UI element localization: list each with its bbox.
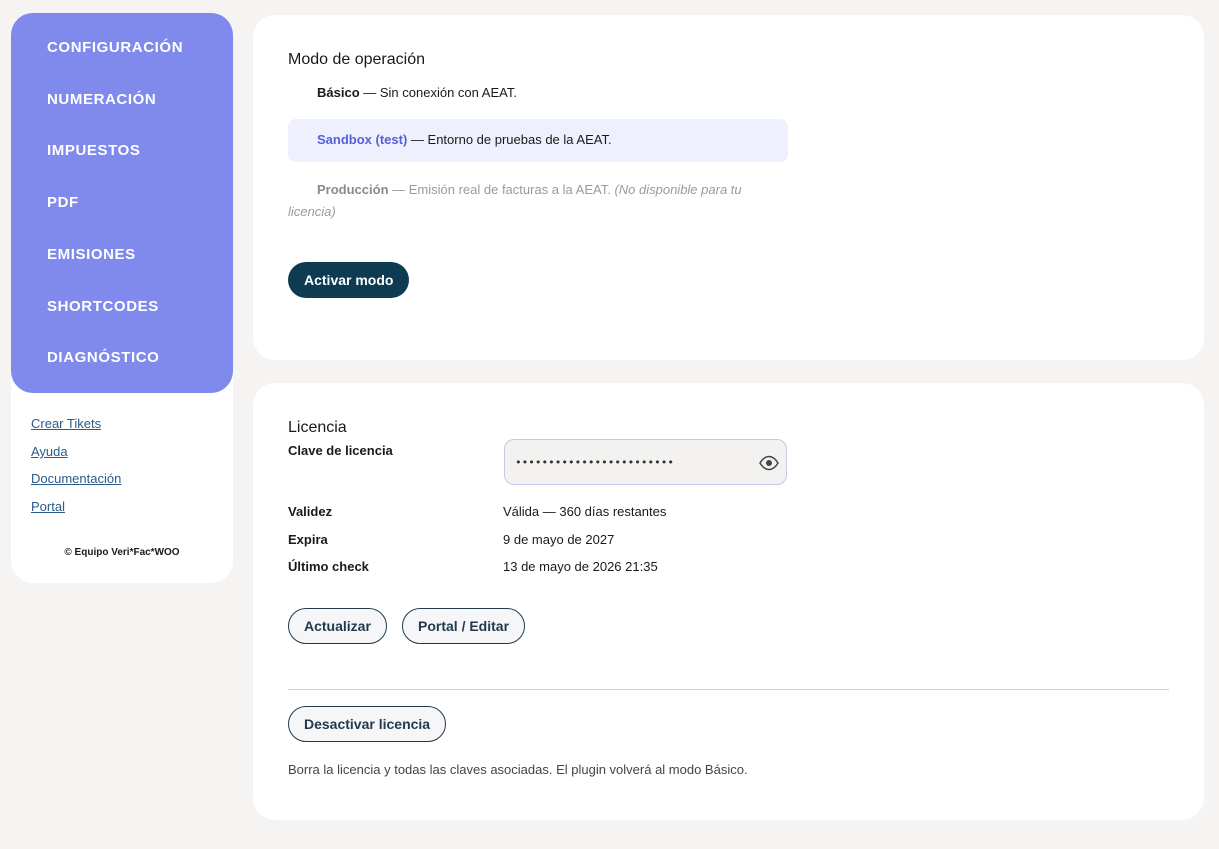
sidebar-item-diagnostico[interactable]: DIAGNÓSTICO [47,349,159,366]
expires-label: Expira [288,532,328,547]
license-key-label: Clave de licencia [288,443,393,458]
sidebar: CONFIGURACIÓN NUMERACIÓN IMPUESTOS PDF E… [11,13,233,583]
mode-option-basic[interactable]: Básico — Sin conexión con AEAT. [288,85,788,100]
last-check-value: 13 de mayo de 2026 21:35 [503,559,658,574]
link-portal[interactable]: Portal [31,499,65,514]
sidebar-item-numeracion[interactable]: NUMERACIÓN [47,91,156,108]
mode-option-sandbox-name: Sandbox (test) [317,132,408,147]
deactivate-license-button[interactable]: Desactivar licencia [288,706,447,742]
mode-option-sandbox[interactable]: Sandbox (test) — Entorno de pruebas de l… [288,119,788,162]
mode-option-basic-desc: — Sin conexión con AEAT. [359,85,517,100]
sidebar-item-pdf[interactable]: PDF [47,194,79,211]
sidebar-item-shortcodes[interactable]: SHORTCODES [47,298,159,315]
license-card: Licencia Clave de licencia Validez Válid… [253,383,1204,820]
validity-value: Válida — 360 días restantes [503,504,667,519]
link-ayuda[interactable]: Ayuda [31,444,68,459]
mode-card: Modo de operación Básico — Sin conexión … [253,15,1204,360]
mode-option-sandbox-desc: — Entorno de pruebas de la AEAT. [407,132,612,147]
license-title: Licencia [288,419,347,436]
mode-option-basic-name: Básico [317,85,360,100]
update-button[interactable]: Actualizar [288,608,387,644]
sidebar-item-configuracion[interactable]: CONFIGURACIÓN [47,39,183,56]
expires-value: 9 de mayo de 2027 [503,532,615,547]
license-key-field [504,439,787,485]
copyright: © Equipo Veri*Fac*WOO [64,547,180,558]
sidebar-nav: CONFIGURACIÓN NUMERACIÓN IMPUESTOS PDF E… [11,13,233,393]
deactivate-help-text: Borra la licencia y todas las claves aso… [288,762,748,777]
license-key-input[interactable] [515,452,745,472]
link-documentacion[interactable]: Documentación [31,471,121,486]
activate-mode-button[interactable]: Activar modo [288,262,410,298]
link-crear-tikets[interactable]: Crear Tikets [31,416,101,431]
eye-icon[interactable] [758,452,780,474]
last-check-label: Último check [288,559,369,574]
sidebar-item-emisiones[interactable]: EMISIONES [47,246,136,263]
validity-label: Validez [288,504,333,519]
mode-option-production-desc: — Emisión real de facturas a la AEAT. [388,182,615,197]
mode-title: Modo de operación [288,51,425,68]
divider [288,689,1169,690]
portal-edit-button[interactable]: Portal / Editar [402,608,526,644]
mode-option-production: Producción — Emisión real de facturas a … [288,179,788,223]
sidebar-item-impuestos[interactable]: IMPUESTOS [47,142,140,159]
mode-option-production-name: Producción [317,182,389,197]
